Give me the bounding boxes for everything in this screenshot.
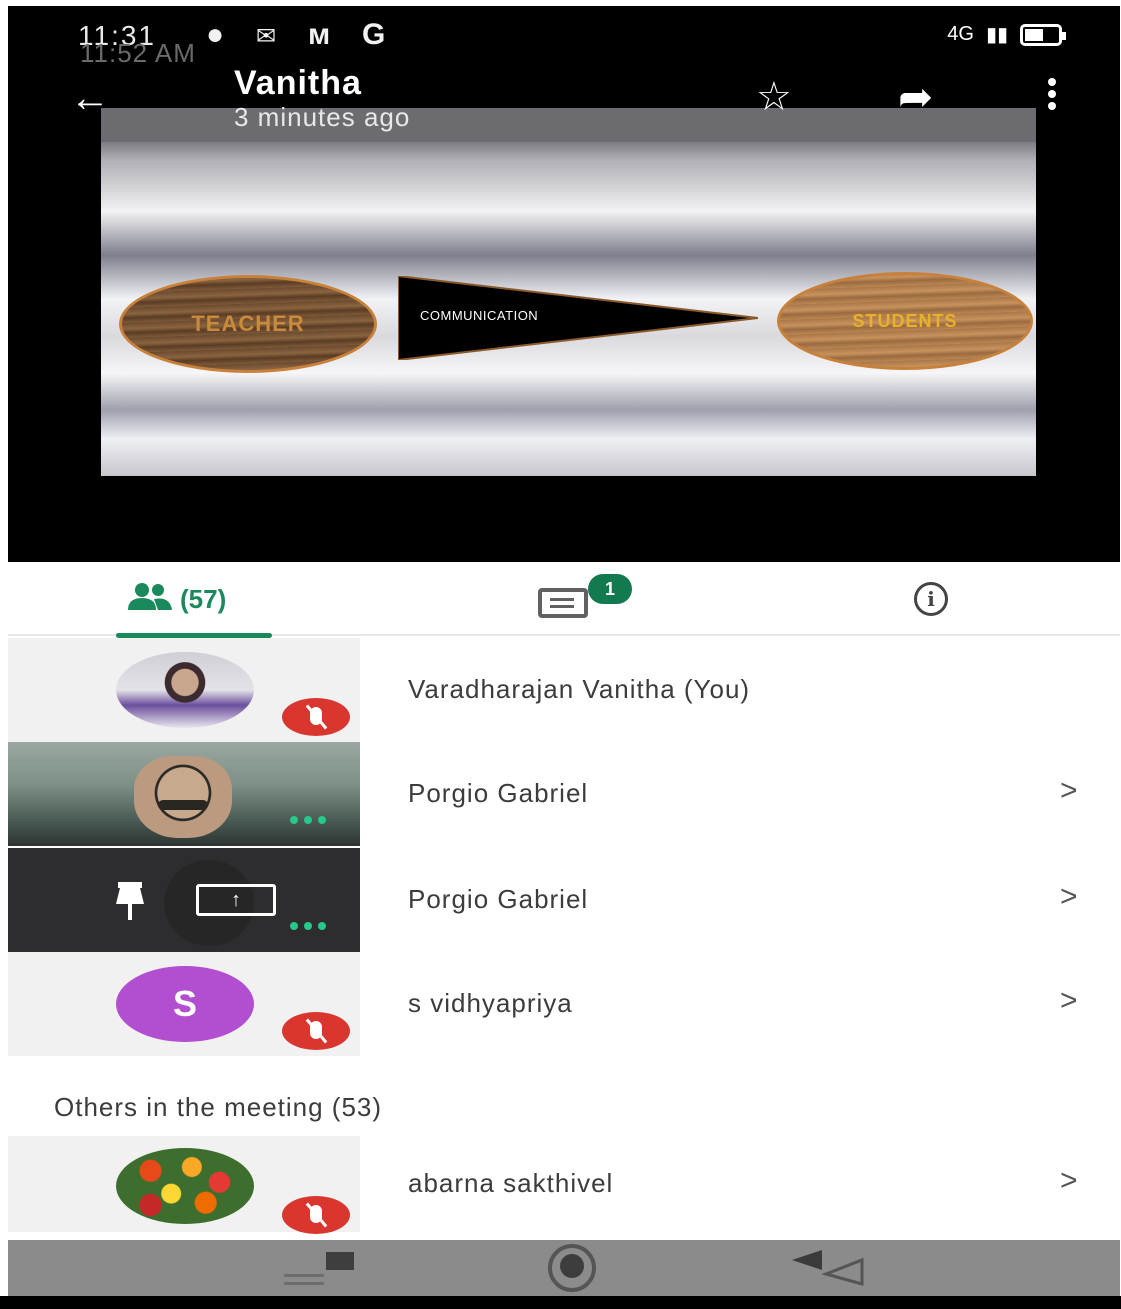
m-icon: ᴍ [308, 18, 331, 51]
whatsapp-icon: ● [206, 18, 225, 51]
meeting-subtitle: 3 minutes ago [234, 102, 411, 132]
participant-name: Porgio Gabriel [408, 778, 589, 808]
meeting-title: Vanitha [234, 64, 362, 102]
status-bar: 11:31 11:52 AM ● ✉ ᴍ G 4G ▮▮ [72, 18, 1066, 68]
people-count: (57) [180, 584, 227, 614]
chat-icon [538, 588, 588, 618]
app-bar: ← Vanitha 3 minutes ago ☆ ➦ [8, 60, 1120, 140]
participant-video [8, 742, 360, 846]
google-icon: G [362, 18, 386, 51]
communication-arrow: COMMUNICATION [397, 274, 759, 362]
present-screen-icon[interactable]: ↑ [196, 884, 276, 916]
participant-name: s vidhyapriya [408, 988, 573, 1018]
pin-icon[interactable] [108, 882, 152, 920]
participant-face [134, 756, 232, 838]
bottom-strip [0, 1296, 1121, 1309]
chevron-right-icon[interactable]: > [1060, 1164, 1078, 1198]
participant-row[interactable]: S s vidhyapriya > [8, 952, 1120, 1056]
participant-name: abarna sakthivel [408, 1168, 614, 1198]
avatar [116, 652, 254, 728]
tab-chat[interactable]: 1 [538, 574, 638, 628]
avatar [116, 1148, 254, 1224]
people-icon [128, 583, 172, 610]
communication-label: COMMUNICATION [420, 308, 539, 323]
battery-icon [1020, 23, 1066, 46]
more-vert-icon[interactable] [1048, 78, 1058, 114]
back-arrow-icon[interactable]: ← [70, 76, 110, 121]
avatar-initial: S [116, 966, 254, 1042]
participant-row[interactable]: Porgio Gabriel > [8, 742, 1120, 846]
info-icon[interactable]: i [914, 582, 948, 616]
network-label: 4G [947, 23, 974, 45]
home-icon[interactable] [548, 1244, 596, 1292]
participant-name: Porgio Gabriel [408, 884, 589, 914]
teacher-label: TEACHER [191, 311, 305, 336]
mic-off-icon [282, 1196, 350, 1234]
participant-row[interactable]: abarna sakthivel > [8, 1136, 1120, 1234]
nav-back-icon[interactable] [792, 1250, 864, 1286]
students-shape: STUDENTS [777, 272, 1033, 370]
speaking-dots-icon [290, 816, 326, 824]
tab-bar: (57) 1 i [8, 564, 1120, 638]
teacher-shape: TEACHER [119, 275, 377, 373]
presentation-slide[interactable]: TEACHER COMMUNICATION STUDENTS [101, 108, 1036, 476]
students-label: STUDENTS [852, 310, 958, 331]
participant-row[interactable]: ↑ Porgio Gabriel > [8, 848, 1120, 952]
presentation-thumbnail: ↑ [8, 848, 360, 952]
gmail-icon: ✉ [256, 23, 277, 50]
chat-badge: 1 [588, 574, 632, 604]
mic-off-icon [282, 1012, 350, 1050]
speaking-dots-icon [290, 922, 326, 930]
signal-icon: ▮▮ [985, 24, 1008, 46]
participant-name: Varadharajan Vanitha (You) [408, 674, 751, 704]
participant-thumbnail [8, 1136, 360, 1234]
participant-thumbnail: S [8, 952, 360, 1056]
others-heading: Others in the meeting (53) [54, 1092, 383, 1122]
chevron-right-icon[interactable]: > [1060, 984, 1078, 1018]
tab-people[interactable]: (57) [116, 564, 276, 638]
participant-row[interactable]: Varadharajan Vanitha (You) [8, 638, 1120, 742]
recent-apps-icon[interactable] [284, 1252, 354, 1288]
participant-face-detail [158, 800, 208, 810]
chevron-right-icon[interactable]: > [1060, 774, 1078, 808]
participant-thumbnail [8, 638, 360, 742]
star-icon[interactable]: ☆ [756, 74, 792, 120]
status-right: 4G ▮▮ [947, 22, 1066, 47]
share-icon[interactable]: ➦ [898, 72, 933, 121]
mic-off-icon [282, 698, 350, 736]
chevron-right-icon[interactable]: > [1060, 880, 1078, 914]
system-nav-bar [8, 1240, 1120, 1296]
meet-screen: 11:31 11:52 AM ● ✉ ᴍ G 4G ▮▮ TEACHER COM… [0, 0, 1121, 1309]
